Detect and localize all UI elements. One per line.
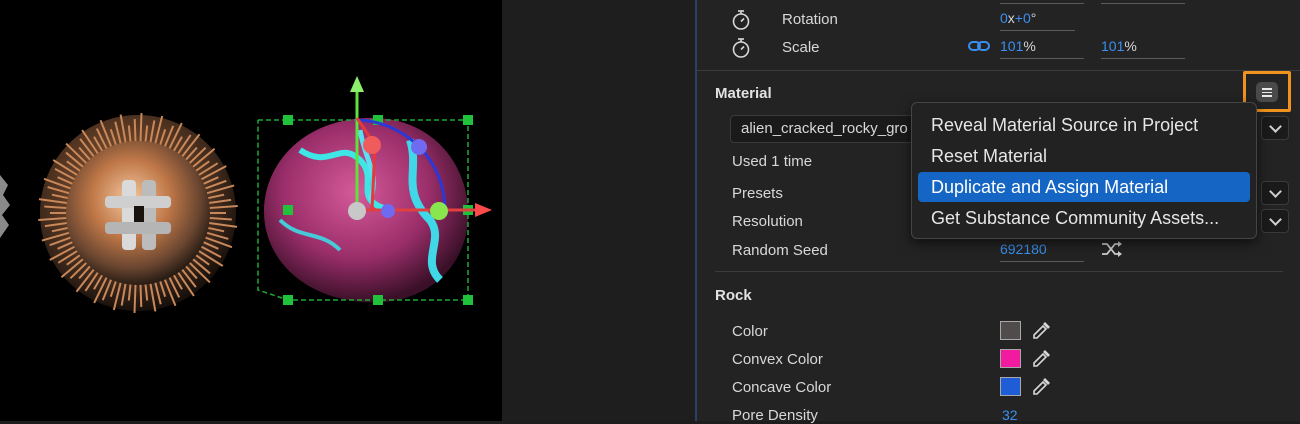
rotation-turns[interactable]: 0 <box>1000 10 1008 26</box>
scale-x-unit: % <box>1023 38 1036 54</box>
material-section-title: Material <box>715 85 772 102</box>
presets-label: Presets <box>732 185 783 202</box>
menu-item-duplicate-and-assign[interactable]: Duplicate and Assign Material <box>918 172 1250 202</box>
eyedropper-icon[interactable] <box>1031 375 1053 397</box>
menu-item-reset-material[interactable]: Reset Material <box>918 141 1250 171</box>
viewport-scene <box>0 76 492 313</box>
menu-item-get-substance-assets[interactable]: Get Substance Community Assets... <box>918 203 1250 233</box>
shuffle-icon[interactable] <box>1101 240 1123 258</box>
eyedropper-icon[interactable] <box>1031 319 1053 341</box>
rock-color-swatch[interactable] <box>1000 321 1021 340</box>
resolution-dropdown-chevron-down-icon[interactable] <box>1261 209 1289 233</box>
stopwatch-icon[interactable] <box>731 37 751 59</box>
eyedropper-icon[interactable] <box>1031 347 1053 369</box>
stopwatch-icon[interactable] <box>731 9 751 31</box>
scale-x-field[interactable]: 101% <box>1000 38 1084 59</box>
scale-y-unit: % <box>1124 38 1137 54</box>
hamburger-menu-icon <box>1256 82 1278 102</box>
link-icon[interactable] <box>968 39 990 53</box>
3d-viewport[interactable] <box>0 0 502 421</box>
pore-density-label: Pore Density <box>732 407 818 424</box>
position-x-field[interactable] <box>1000 0 1084 4</box>
rock-color-label: Color <box>732 323 768 340</box>
section-divider <box>715 271 1283 272</box>
panel-gap <box>502 0 695 421</box>
convex-color-label: Convex Color <box>732 351 823 368</box>
concave-color-label: Concave Color <box>732 379 832 396</box>
material-used-count: Used 1 time <box>732 153 813 170</box>
spiky-sphere-object[interactable] <box>38 113 238 313</box>
resolution-label: Resolution <box>732 213 803 230</box>
position-y-field[interactable] <box>1101 0 1185 4</box>
convex-color-swatch[interactable] <box>1000 349 1021 368</box>
rotation-degree-unit: ° <box>1030 10 1037 26</box>
chevron-down-icon[interactable] <box>1261 116 1289 140</box>
presets-dropdown-chevron-down-icon[interactable] <box>1261 181 1289 205</box>
selected-rock-object[interactable] <box>257 76 492 305</box>
menu-item-reveal-material-source[interactable]: Reveal Material Source in Project <box>918 110 1250 140</box>
random-seed-label: Random Seed <box>732 242 828 259</box>
concave-color-swatch[interactable] <box>1000 377 1021 396</box>
scale-label: Scale <box>782 39 820 56</box>
material-context-menu: Reveal Material Source in Project Reset … <box>911 102 1257 239</box>
rotation-x-separator: x <box>1007 10 1015 26</box>
section-divider <box>697 70 1300 71</box>
partial-object-left <box>0 175 10 238</box>
scale-y-field[interactable]: 101% <box>1101 38 1185 59</box>
random-seed-field[interactable]: 692180 <box>1000 241 1084 262</box>
rotation-field[interactable]: 0x+0° <box>1000 10 1075 31</box>
scale-y-value[interactable]: 101 <box>1101 38 1124 54</box>
rotation-label: Rotation <box>782 11 838 28</box>
rock-section-title: Rock <box>715 287 752 304</box>
rotation-degrees[interactable]: +0 <box>1015 10 1031 26</box>
scale-x-value[interactable]: 101 <box>1000 38 1023 54</box>
